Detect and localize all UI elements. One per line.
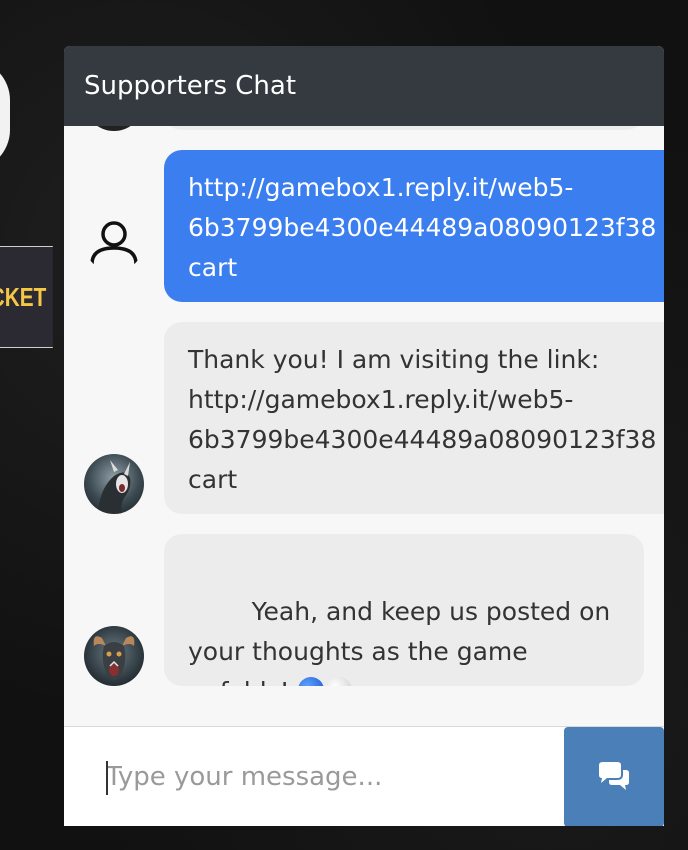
blue-circle-emoji (297, 677, 324, 686)
message-text: Yeah, and keep us posted on your thought… (188, 597, 611, 686)
message-bubble-outgoing: http://gamebox1.reply.it/web5- 6b3799be4… (164, 150, 664, 302)
white-circle-emoji (325, 677, 352, 686)
message-bubble-incoming: Yeah, and keep us posted on your thought… (164, 534, 644, 686)
background-ticket-button: TICKET (0, 246, 53, 348)
message-row: Yeah, and keep us posted on your thought… (64, 534, 664, 686)
message-row: Thank you! I am visiting the link: http:… (64, 322, 664, 514)
chat-window: Supporters Chat http://gamebox1.reply.it… (64, 46, 664, 826)
chat-title: Supporters Chat (84, 71, 297, 101)
message-row: http://gamebox1.reply.it/web5- 6b3799be4… (64, 150, 664, 302)
goat-avatar-icon (84, 454, 144, 514)
message-input[interactable] (64, 727, 564, 826)
avatar (84, 126, 144, 131)
user-outline-icon (90, 221, 138, 265)
comments-icon (599, 762, 629, 790)
chat-header: Supporters Chat (64, 46, 664, 126)
bot-avatar (84, 626, 144, 686)
bot-avatar (84, 454, 144, 514)
background-ticket-label: TICKET (0, 281, 47, 312)
text-caret (106, 761, 108, 795)
message-bubble-previous (164, 126, 644, 130)
goat-avatar-icon (84, 626, 144, 686)
message-bubble-incoming: Thank you! I am visiting the link: http:… (164, 322, 664, 514)
user-avatar (84, 212, 144, 272)
message-composer (64, 726, 664, 826)
send-button[interactable] (564, 727, 664, 826)
message-list[interactable]: http://gamebox1.reply.it/web5- 6b3799be4… (64, 126, 664, 726)
